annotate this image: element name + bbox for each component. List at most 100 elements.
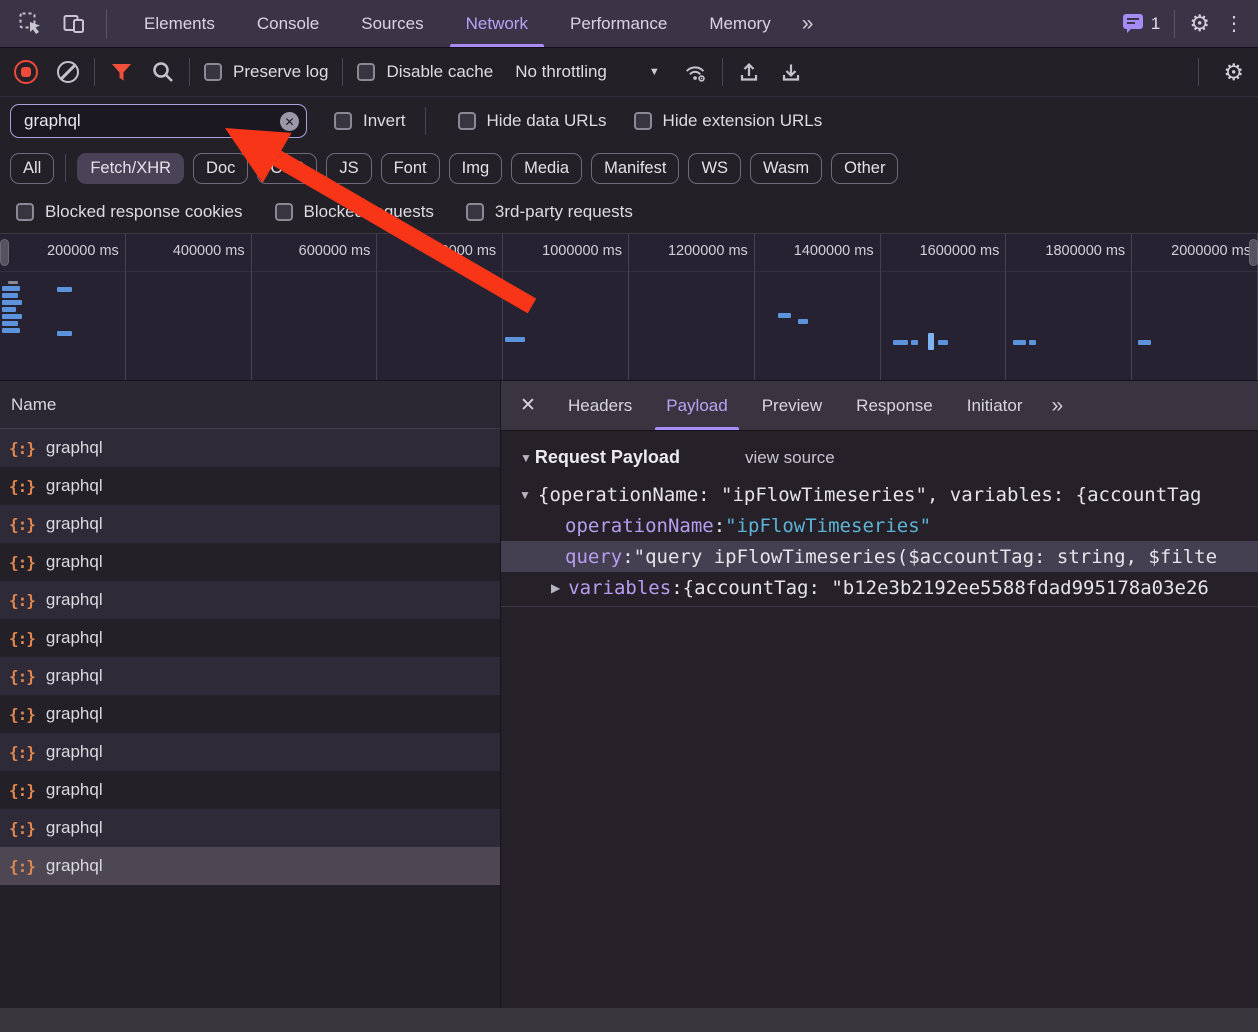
chip-css[interactable]: CSS xyxy=(257,153,317,184)
clear-network-log-button[interactable] xyxy=(56,60,80,84)
request-row[interactable]: {:}graphql xyxy=(0,847,500,885)
request-row[interactable]: {:}graphql xyxy=(0,619,500,657)
name-column-header[interactable]: Name xyxy=(0,381,500,429)
checkbox-box[interactable] xyxy=(275,203,293,221)
3rd-party-requests-checkbox[interactable]: 3rd-party requests xyxy=(466,202,633,222)
disable-cache-checkbox[interactable]: Disable cache xyxy=(357,62,493,82)
detail-tab-payload[interactable]: Payload xyxy=(649,381,744,430)
payload-line[interactable]: query: "query ipFlowTimeseries($accountT… xyxy=(501,541,1258,572)
request-name: graphql xyxy=(46,780,103,800)
network-activity-bar xyxy=(2,321,18,326)
checkbox-box[interactable] xyxy=(16,203,34,221)
collapse-triangle-icon[interactable]: ▼ xyxy=(520,451,532,465)
filter-input[interactable] xyxy=(10,104,307,138)
separator xyxy=(1174,10,1175,38)
issues-counter[interactable]: 1 xyxy=(1122,13,1160,34)
payload-value: "ipFlowTimeseries" xyxy=(725,515,931,537)
request-row[interactable]: {:}graphql xyxy=(0,733,500,771)
network-activity-bar xyxy=(2,286,20,291)
request-payload-title: Request Payload xyxy=(535,447,680,468)
filter-icon[interactable] xyxy=(109,60,133,84)
timeline-cell: 1400000 ms xyxy=(755,234,881,380)
request-row[interactable]: {:}graphql xyxy=(0,657,500,695)
checkbox-label: Blocked requests xyxy=(304,202,434,222)
invert-checkbox[interactable]: Invert xyxy=(334,111,406,131)
import-har-icon[interactable] xyxy=(737,60,761,84)
chip-media[interactable]: Media xyxy=(511,153,582,184)
record-network-log-button[interactable] xyxy=(14,60,38,84)
timeline-overview[interactable]: 200000 ms400000 ms600000 ms800000 ms1000… xyxy=(0,233,1258,381)
overview-handle-right[interactable] xyxy=(1249,239,1258,266)
payload-key: operationName xyxy=(565,515,714,537)
detail-tab-response[interactable]: Response xyxy=(839,381,950,430)
tab-console[interactable]: Console xyxy=(236,0,340,47)
device-toolbar-icon[interactable] xyxy=(62,12,86,36)
checkbox-box[interactable] xyxy=(334,112,352,130)
settings-gear-icon[interactable]: ⚙ xyxy=(1189,12,1210,35)
blocked-response-cookies-checkbox[interactable]: Blocked response cookies xyxy=(16,202,243,222)
timeline-cell: 2000000 ms xyxy=(1132,234,1258,380)
detail-tab-preview[interactable]: Preview xyxy=(745,381,839,430)
payload-line[interactable]: ▶variables: {accountTag: "b12e3b2192ee55… xyxy=(501,572,1258,603)
separator xyxy=(106,9,107,39)
chip-all[interactable]: All xyxy=(10,153,54,184)
chip-doc[interactable]: Doc xyxy=(193,153,248,184)
payload-line[interactable]: operationName: "ipFlowTimeseries" xyxy=(501,510,1258,541)
tab-memory[interactable]: Memory xyxy=(688,0,791,47)
tab-elements[interactable]: Elements xyxy=(123,0,236,47)
export-har-icon[interactable] xyxy=(779,60,803,84)
request-row[interactable]: {:}graphql xyxy=(0,581,500,619)
network-conditions-icon[interactable] xyxy=(684,60,708,84)
throttling-dropdown[interactable]: No throttling ▼ xyxy=(515,62,660,82)
inspect-element-icon[interactable] xyxy=(18,12,42,36)
chip-other[interactable]: Other xyxy=(831,153,898,184)
more-detail-tabs-icon[interactable]: » xyxy=(1039,381,1073,430)
separator xyxy=(189,58,190,86)
detail-tab-initiator[interactable]: Initiator xyxy=(950,381,1040,430)
expander-icon[interactable]: ▼ xyxy=(519,488,531,502)
chip-manifest[interactable]: Manifest xyxy=(591,153,679,184)
chip-wasm[interactable]: Wasm xyxy=(750,153,822,184)
json-icon: {:} xyxy=(9,515,35,534)
search-icon[interactable] xyxy=(151,60,175,84)
request-row[interactable]: {:}graphql xyxy=(0,429,500,467)
request-row[interactable]: {:}graphql xyxy=(0,505,500,543)
request-row[interactable]: {:} graphql xyxy=(0,809,500,847)
chip-font[interactable]: Font xyxy=(381,153,440,184)
tab-network[interactable]: Network xyxy=(445,0,549,47)
checkbox-box[interactable] xyxy=(357,63,375,81)
tab-sources[interactable]: Sources xyxy=(340,0,444,47)
more-options-icon[interactable]: ⋮ xyxy=(1224,14,1244,34)
overview-handle-left[interactable] xyxy=(0,239,9,266)
chip-img[interactable]: Img xyxy=(449,153,503,184)
payload-root-line[interactable]: ▼ {operationName: "ipFlowTimeseries", va… xyxy=(501,479,1258,510)
chip-ws[interactable]: WS xyxy=(688,153,741,184)
payload-tree: ▼ {operationName: "ipFlowTimeseries", va… xyxy=(501,479,1258,603)
checkbox-box[interactable] xyxy=(458,112,476,130)
separator xyxy=(342,58,343,86)
close-icon[interactable]: ✕ xyxy=(505,381,551,430)
request-name: graphql xyxy=(46,818,103,838)
network-settings-gear-icon[interactable]: ⚙ xyxy=(1223,61,1244,84)
more-tabs-icon[interactable]: » xyxy=(792,0,822,47)
detail-tab-headers[interactable]: Headers xyxy=(551,381,649,430)
request-row[interactable]: {:}graphql xyxy=(0,467,500,505)
checkbox-box[interactable] xyxy=(204,63,222,81)
chip-fetch-xhr[interactable]: Fetch/XHR xyxy=(77,153,184,184)
request-row[interactable]: {:}graphql xyxy=(0,543,500,581)
view-source-link[interactable]: view source xyxy=(745,448,835,468)
blocked-row: Blocked response cookies Blocked requests… xyxy=(0,191,1258,233)
request-row[interactable]: {:}graphql xyxy=(0,695,500,733)
blocked-requests-checkbox[interactable]: Blocked requests xyxy=(275,202,434,222)
tab-performance[interactable]: Performance xyxy=(549,0,688,47)
checkbox-box[interactable] xyxy=(634,112,652,130)
hide-data-urls-checkbox[interactable]: Hide data URLs xyxy=(458,111,607,131)
request-row[interactable]: {:}graphql xyxy=(0,771,500,809)
checkbox-box[interactable] xyxy=(466,203,484,221)
chip-js[interactable]: JS xyxy=(326,153,371,184)
expander-icon[interactable]: ▶ xyxy=(551,581,560,595)
preserve-log-checkbox[interactable]: Preserve log xyxy=(204,62,328,82)
json-icon: {:} xyxy=(9,819,35,838)
hide-extension-urls-checkbox[interactable]: Hide extension URLs xyxy=(634,111,823,131)
clear-filter-icon[interactable]: ✕ xyxy=(280,112,299,131)
